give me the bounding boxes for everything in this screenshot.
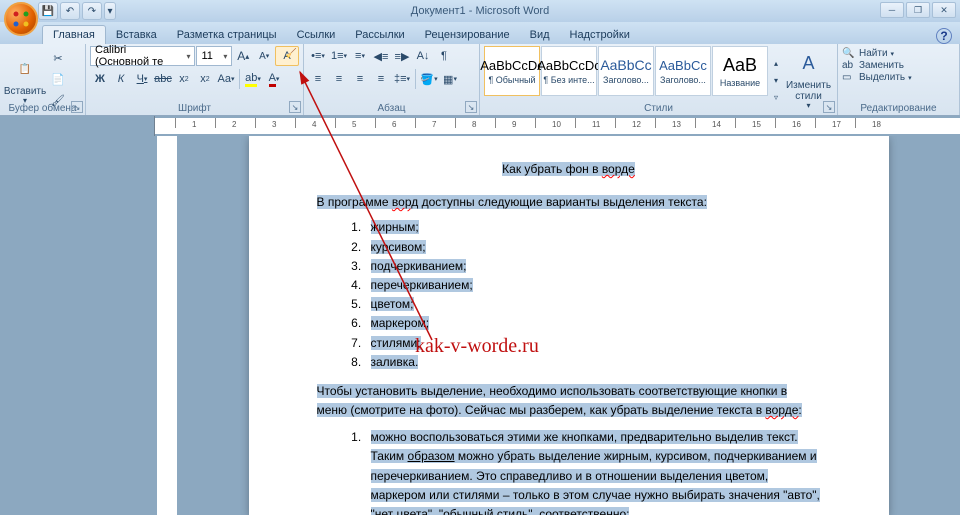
ruler-area: 123456789101112131415161718 [0, 116, 960, 136]
tab-references[interactable]: Ссылки [287, 26, 346, 44]
align-right-button[interactable]: ≡ [350, 69, 370, 89]
change-styles-icon: A [795, 50, 823, 78]
window-title: Документ1 - Microsoft Word [411, 5, 549, 17]
list-item: стилями; [365, 334, 821, 353]
superscript-button[interactable]: x2 [195, 69, 215, 89]
tab-view[interactable]: Вид [520, 26, 560, 44]
font-dialog-icon[interactable]: ↘ [289, 101, 301, 113]
style-item-4[interactable]: AaBНазвание [712, 46, 768, 96]
horizontal-ruler[interactable]: 123456789101112131415161718 [155, 118, 960, 134]
subscript-button[interactable]: x2 [174, 69, 194, 89]
doc-p2: Чтобы установить выделение, необходимо и… [317, 382, 821, 420]
group-para-label: Абзац [304, 103, 479, 114]
list-item: жирным; [365, 218, 821, 237]
group-editing-label: Редактирование [838, 103, 959, 114]
line-spacing-button[interactable]: ‡≡▾ [392, 69, 412, 89]
shrink-font-button[interactable]: A▾ [254, 46, 274, 66]
help-icon[interactable]: ? [936, 28, 952, 44]
bullets-button[interactable]: •≡▾ [308, 46, 328, 66]
vertical-ruler[interactable] [157, 136, 177, 515]
increase-indent-button[interactable]: ≡▶ [392, 46, 412, 66]
style-item-3[interactable]: AaBbCcЗаголово... [655, 46, 711, 96]
replace-button[interactable]: abЗаменить [842, 60, 955, 71]
font-color-button[interactable]: A▾ [264, 69, 284, 89]
tab-addins[interactable]: Надстройки [560, 26, 640, 44]
style-item-0[interactable]: AaBbCcDc¶ Обычный [484, 46, 540, 96]
italic-button[interactable]: К [111, 69, 131, 89]
doc-list: жирным;курсивом;подчеркиванием;перечерки… [365, 218, 821, 372]
tab-mailings[interactable]: Рассылки [345, 26, 414, 44]
decrease-indent-button[interactable]: ◀≡ [371, 46, 391, 66]
grow-font-button[interactable]: A▴ [233, 46, 253, 66]
numbering-button[interactable]: 1≡▾ [329, 46, 349, 66]
title-bar: 💾 ↶ ↷ ▾ Документ1 - Microsoft Word ─ ❐ ✕ [0, 0, 960, 22]
list-item: маркером; [365, 314, 821, 333]
tab-pagelayout[interactable]: Разметка страницы [167, 26, 287, 44]
sort-button[interactable]: A↓ [413, 46, 433, 66]
borders-button[interactable]: ▦▾ [440, 69, 460, 89]
tab-review[interactable]: Рецензирование [415, 26, 520, 44]
clipboard-dialog-icon[interactable]: ↘ [71, 101, 83, 113]
styles-dialog-icon[interactable]: ↘ [823, 101, 835, 113]
underline-button[interactable]: Ч▾ [132, 69, 152, 89]
cut-button[interactable]: ✂ [48, 48, 68, 68]
para-dialog-icon[interactable]: ↘ [465, 101, 477, 113]
qat-customize[interactable]: ▾ [104, 2, 116, 20]
find-button[interactable]: 🔍Найти▾ [842, 48, 955, 59]
multilevel-button[interactable]: ≡▾ [350, 46, 370, 66]
list-item: цветом; [365, 295, 821, 314]
styles-down[interactable]: ▾ [770, 73, 782, 89]
style-item-1[interactable]: AaBbCcDc¶ Без инте... [541, 46, 597, 96]
document-page[interactable]: Как убрать фон в ворде В программе ворд … [249, 136, 889, 515]
qat-save[interactable]: 💾 [38, 2, 58, 20]
bold-button[interactable]: Ж [90, 69, 110, 89]
shading-button[interactable]: 🪣▾ [419, 69, 439, 89]
minimize-button[interactable]: ─ [880, 2, 904, 18]
doc-list2: можно воспользоваться этими же кнопками,… [365, 428, 821, 515]
paste-icon: 📋 [11, 56, 39, 84]
style-item-2[interactable]: AaBbCcЗаголово... [598, 46, 654, 96]
qat-undo[interactable]: ↶ [60, 2, 80, 20]
office-button[interactable] [4, 2, 38, 36]
qat-redo[interactable]: ↷ [82, 2, 102, 20]
doc-title: Как убрать фон в ворде [317, 160, 821, 179]
close-button[interactable]: ✕ [932, 2, 956, 18]
tab-home[interactable]: Главная [42, 25, 106, 44]
justify-button[interactable]: ≡ [371, 69, 391, 89]
align-center-button[interactable]: ≡ [329, 69, 349, 89]
change-case-button[interactable]: Aa▾ [216, 69, 236, 89]
list-item: подчеркиванием; [365, 257, 821, 276]
list-item: перечеркиванием; [365, 276, 821, 295]
strike-button[interactable]: abc [153, 69, 173, 89]
restore-button[interactable]: ❐ [906, 2, 930, 18]
copy-button[interactable]: 📄 [48, 69, 68, 89]
styles-up[interactable]: ▴ [770, 56, 782, 72]
show-marks-button[interactable]: ¶ [434, 46, 454, 66]
document-area: Как убрать фон в ворде В программе ворд … [0, 136, 960, 515]
group-styles-label: Стили [480, 103, 837, 114]
group-font-label: Шрифт [86, 103, 303, 114]
highlight-button[interactable]: ab▾ [243, 69, 263, 89]
ribbon-tabs: Главная Вставка Разметка страницы Ссылки… [0, 22, 960, 44]
font-name-combo[interactable]: Calibri (Основной те▾ [90, 46, 195, 66]
ribbon: 📋 Вставить ▾ ✂ 📄 🖌 Буфер обмена ↘ Calibr… [0, 44, 960, 116]
tab-insert[interactable]: Вставка [106, 26, 167, 44]
list-item: заливка. [365, 353, 821, 372]
font-size-combo[interactable]: 11▾ [196, 46, 232, 66]
list-item: курсивом; [365, 238, 821, 257]
align-left-button[interactable]: ≡ [308, 69, 328, 89]
clear-formatting-button[interactable]: A🧹 [275, 46, 299, 66]
doc-p1: В программе ворд доступны следующие вари… [317, 193, 821, 212]
select-button[interactable]: ▭Выделить▾ [842, 72, 955, 83]
